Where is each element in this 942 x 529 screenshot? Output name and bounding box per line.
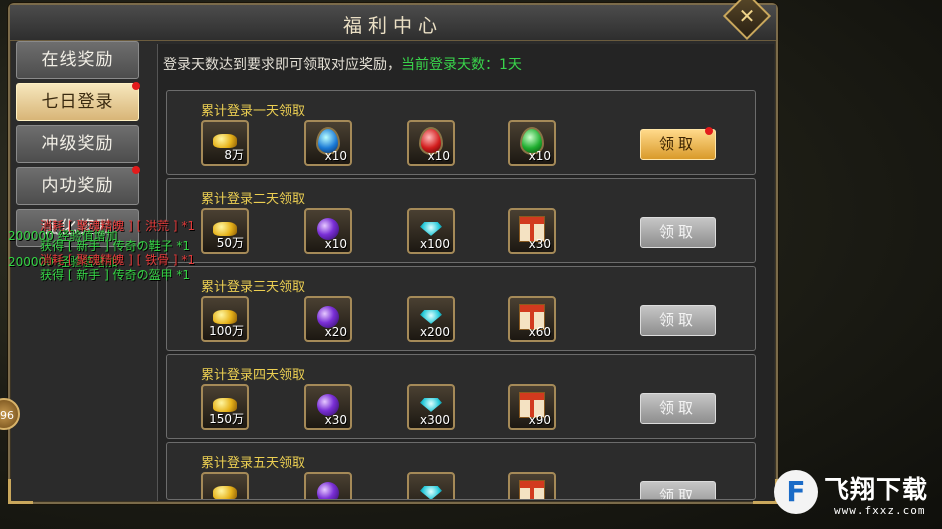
- reward-item-slot[interactable]: x10: [508, 120, 556, 166]
- reward-item-slot[interactable]: [201, 472, 249, 499]
- reward-item-count: x60: [528, 325, 551, 339]
- reward-item-count: 8万: [224, 148, 244, 162]
- reward-item-count: x20: [324, 325, 347, 339]
- reward-item-slot[interactable]: x10: [407, 120, 455, 166]
- diamond-icon: [420, 397, 442, 412]
- reward-item-slot[interactable]: x20: [304, 296, 352, 342]
- reward-card-title: 累计登录五天领取: [201, 456, 306, 471]
- purple-orb-icon: [317, 481, 339, 499]
- claim-button[interactable]: 领取: [640, 305, 716, 336]
- reward-card: 累计登录三天领取 100万 x20 x200 x60 领取: [166, 266, 756, 351]
- diamond-icon: [420, 309, 442, 324]
- sidebar-tab-2[interactable]: 七日登录: [16, 82, 140, 121]
- frame-corner-ornament: [8, 479, 33, 504]
- notification-dot: [132, 82, 140, 90]
- reward-card: 累计登录二天领取 50万 x10 x100 x30 领取: [166, 178, 756, 263]
- login-info-text: 登录天数达到要求即可领取对应奖励，当前登录天数：1天: [163, 57, 522, 73]
- reward-item-slot[interactable]: 100万: [201, 296, 249, 342]
- sidebar-tab-1[interactable]: 在线奖励: [16, 41, 139, 79]
- watermark-name: 飞翔下载: [824, 475, 929, 504]
- reward-card-title: 累计登录三天领取: [201, 280, 306, 295]
- reward-item-slot[interactable]: x10: [304, 120, 352, 166]
- watermark-logo-icon: F: [774, 470, 818, 514]
- reward-item-slot[interactable]: 8万: [201, 120, 249, 166]
- reward-card-title: 累计登录一天领取: [201, 104, 306, 119]
- reward-item-slot[interactable]: [304, 472, 352, 499]
- claim-button[interactable]: 领取: [640, 393, 716, 424]
- reward-card: 累计登录五天领取领取: [166, 442, 756, 500]
- reward-item-slot[interactable]: [508, 472, 556, 499]
- reward-item-slot[interactable]: x300: [407, 384, 455, 430]
- close-icon: ✕: [738, 3, 756, 28]
- reward-item-slot[interactable]: x100: [407, 208, 455, 254]
- sidebar-tab-3[interactable]: 冲级奖励: [16, 125, 139, 163]
- reward-item-slot[interactable]: 150万: [201, 384, 249, 430]
- reward-item-slot[interactable]: x10: [304, 208, 352, 254]
- reward-item-count: x30: [528, 237, 551, 251]
- claim-button[interactable]: 领取: [640, 129, 716, 160]
- gold-ingot-icon: [213, 485, 237, 499]
- claim-button[interactable]: 领取: [640, 481, 716, 499]
- claim-button[interactable]: 领取: [640, 217, 716, 248]
- notification-dot: [705, 127, 713, 135]
- sidebar-tab-label: 七日登录: [41, 92, 114, 112]
- reward-item-count: 150万: [209, 412, 244, 426]
- diamond-icon: [420, 485, 442, 499]
- reward-item-slot[interactable]: x90: [508, 384, 556, 430]
- reward-item-count: x30: [324, 413, 347, 427]
- reward-item-slot[interactable]: x60: [508, 296, 556, 342]
- reward-item-count: x10: [324, 237, 347, 251]
- reward-item-count: x300: [419, 413, 450, 427]
- reward-item-count: 100万: [209, 324, 244, 338]
- reward-card: 累计登录四天领取 150万 x30 x300 x90 领取: [166, 354, 756, 439]
- sidebar-tab-4[interactable]: 内功奖励: [16, 166, 140, 205]
- sidebar-tab-label: 在线奖励: [41, 50, 114, 70]
- reward-item-count: 50万: [216, 236, 244, 250]
- reward-item-count: x10: [324, 149, 347, 163]
- reward-item-count: x90: [528, 413, 551, 427]
- reward-item-slot[interactable]: x30: [508, 208, 556, 254]
- current-login-days: 当前登录天数：1天: [401, 57, 522, 73]
- gift-box-icon: [519, 479, 545, 499]
- reward-item-count: x100: [419, 237, 450, 251]
- sidebar-tab-label: 冲级奖励: [41, 134, 114, 154]
- reward-card: 累计登录一天领取 8万 x10 x10 x10 领取: [166, 90, 756, 175]
- reward-item-count: x10: [427, 149, 450, 163]
- reward-card-title: 累计登录四天领取: [201, 368, 306, 383]
- watermark-url: www.fxxz.com: [834, 504, 926, 517]
- reward-card-title: 累计登录二天领取: [201, 192, 306, 207]
- diamond-icon: [420, 221, 442, 236]
- window-title: 福利中心: [342, 15, 443, 37]
- reward-item-count: x200: [419, 325, 450, 339]
- reward-item-slot[interactable]: 50万: [201, 208, 249, 254]
- reward-item-slot[interactable]: x200: [407, 296, 455, 342]
- reward-item-slot[interactable]: x30: [304, 384, 352, 430]
- notification-dot: [132, 166, 140, 174]
- title-bar: 福利中心: [10, 5, 776, 41]
- watermark: F 飞翔下载 www.fxxz.com: [772, 468, 934, 520]
- sidebar-tab-label: 内功奖励: [41, 176, 114, 196]
- reward-item-count: x10: [528, 149, 551, 163]
- reward-item-slot[interactable]: [407, 472, 455, 499]
- chat-log-line: 获得 [ 新手 ] 传奇の盔甲 *1: [40, 268, 191, 282]
